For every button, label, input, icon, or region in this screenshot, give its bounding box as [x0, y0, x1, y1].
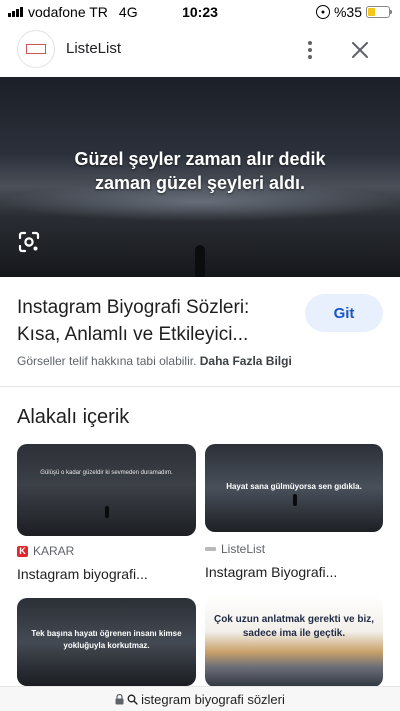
related-thumbnail[interactable]: Gülüşü o kadar güzeldir ki sevmeden dura… [17, 444, 196, 536]
result-title[interactable]: Instagram Biyografi Sözleri: Kısa, Anlam… [17, 294, 287, 348]
battery-percent: %35 [333, 4, 362, 20]
listelist-logo-icon [26, 44, 46, 54]
more-vert-icon [308, 41, 312, 45]
thumbnail-text: Çok uzun anlatmak gerekti ve biz, sadece… [213, 614, 375, 639]
battery-icon [366, 6, 392, 18]
thumbnail-text: Hayat sana gülmüyorsa sen gıdıkla. [226, 482, 362, 491]
silhouette-figure [293, 494, 297, 506]
copyright-notice: Görseller telif hakkına tabi olabilir. D… [17, 354, 292, 368]
related-heading: Alakalı içerik [17, 406, 130, 428]
hero-image[interactable]: Güzel şeyler zaman alır dedik zaman güze… [0, 77, 400, 277]
card-title[interactable]: Instagram Biyografi... [205, 564, 383, 580]
related-card[interactable]: Hayat sana gülmüyorsa sen gıdıkla. Liste… [205, 444, 383, 580]
card-title[interactable]: Instagram biyografi... [17, 566, 196, 582]
status-right: ● %35 [315, 4, 392, 20]
thumbnail-text: Gülüşü o kadar güzeldir ki sevmeden dura… [40, 470, 173, 476]
silhouette-figure [105, 506, 109, 518]
site-name[interactable]: ListeList [66, 40, 121, 57]
karar-logo-icon: K [17, 545, 28, 557]
hero-quote: Güzel şeyler zaman alır dedik zaman güze… [74, 149, 326, 193]
address-bar[interactable]: istegram biyografi sözleri [0, 686, 400, 711]
related-card[interactable]: Çok uzun anlatmak gerekti ve biz, sadece… [205, 595, 383, 687]
google-lens-icon [18, 231, 40, 253]
google-lens-button[interactable] [14, 227, 44, 257]
source-name: KARAR [33, 544, 75, 558]
thumbnail-text: Tek başına hayatı öğrenen insanı kimse y… [31, 629, 182, 650]
url-text: istegram biyografi sözleri [141, 691, 285, 707]
silhouette-figure [195, 245, 205, 277]
related-thumbnail[interactable]: Hayat sana gülmüyorsa sen gıdıkla. [205, 444, 383, 532]
related-card[interactable]: Tek başına hayatı öğrenen insanı kimse y… [17, 598, 196, 686]
copyright-text: Görseller telif hakkına tabi olabilir. [17, 354, 197, 368]
lock-icon [115, 693, 124, 704]
hero-quote-text: Güzel şeyler zaman alır dedik zaman güze… [0, 147, 400, 195]
related-thumbnail[interactable]: Çok uzun anlatmak gerekti ve biz, sadece… [205, 595, 383, 687]
orientation-lock-icon: ● [315, 5, 330, 19]
related-card[interactable]: Gülüşü o kadar güzeldir ki sevmeden dura… [17, 444, 196, 582]
close-button[interactable] [346, 36, 374, 64]
search-icon [127, 694, 138, 705]
more-options-button[interactable] [300, 36, 320, 64]
more-info-link[interactable]: Daha Fazla Bilgi [200, 354, 292, 368]
source-name: ListeList [221, 542, 266, 556]
card-source: K KARAR [17, 544, 196, 558]
status-bar: vodafone TR 4G 10:23 ● %35 [0, 0, 400, 24]
page-header: ListeList [0, 28, 400, 72]
site-favicon[interactable] [17, 30, 55, 68]
related-thumbnail[interactable]: Tek başına hayatı öğrenen insanı kimse y… [17, 598, 196, 686]
section-divider [0, 386, 400, 387]
close-icon [352, 42, 368, 58]
card-source: ListeList [205, 542, 383, 556]
go-button[interactable]: Git [305, 294, 383, 332]
listelist-logo-icon [205, 547, 216, 551]
